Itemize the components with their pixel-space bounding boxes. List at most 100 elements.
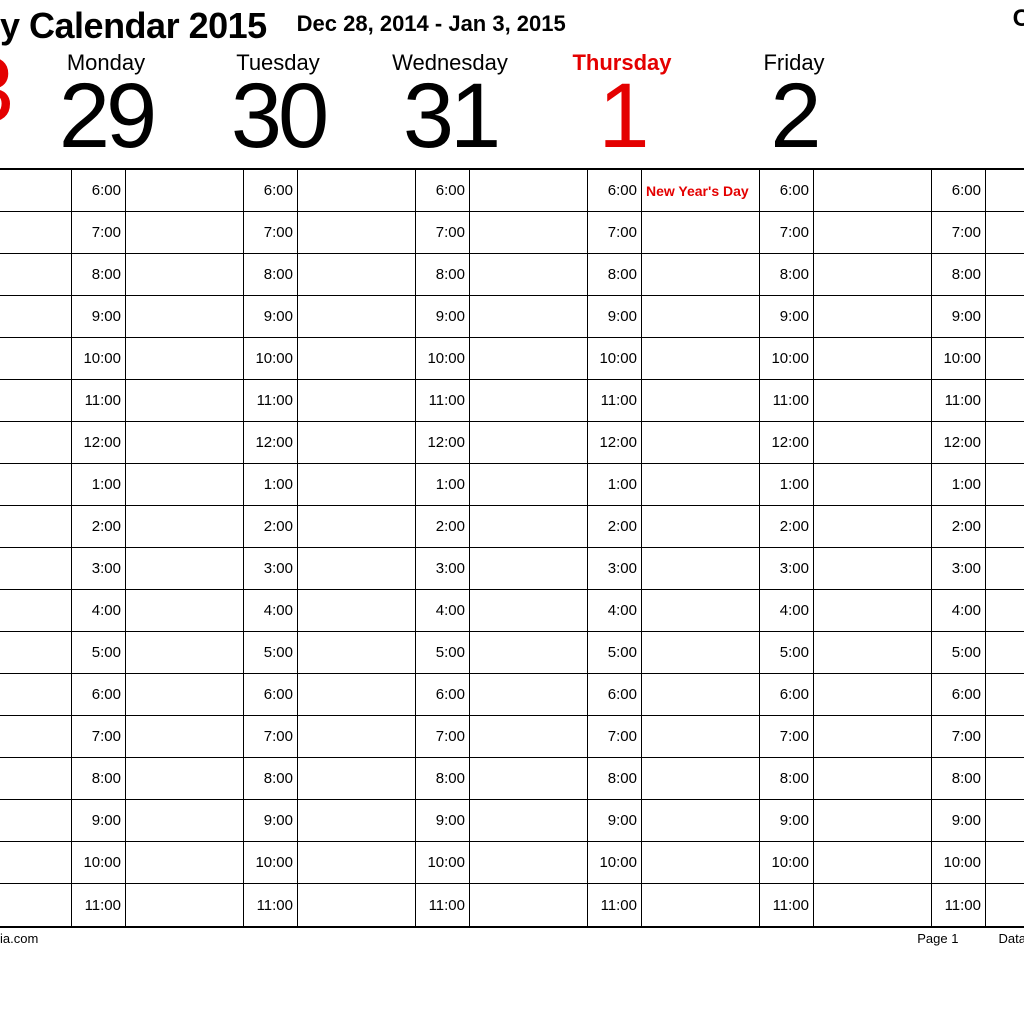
event-cell[interactable] — [986, 548, 1006, 589]
event-cell[interactable] — [0, 464, 72, 505]
event-cell[interactable] — [986, 254, 1006, 295]
event-cell[interactable] — [126, 422, 244, 463]
event-cell[interactable] — [126, 464, 244, 505]
event-cell[interactable] — [986, 758, 1006, 799]
event-cell[interactable] — [298, 170, 416, 211]
event-cell[interactable] — [0, 296, 72, 337]
event-cell[interactable] — [642, 674, 760, 715]
event-cell[interactable] — [0, 590, 72, 631]
event-cell[interactable] — [986, 212, 1006, 253]
event-cell[interactable] — [814, 548, 932, 589]
event-cell[interactable] — [470, 632, 588, 673]
event-cell[interactable] — [0, 548, 72, 589]
event-cell[interactable] — [0, 380, 72, 421]
event-cell[interactable] — [986, 170, 1006, 211]
event-cell[interactable] — [642, 842, 760, 883]
event-cell[interactable] — [814, 464, 932, 505]
event-cell[interactable] — [298, 632, 416, 673]
event-cell[interactable] — [642, 758, 760, 799]
event-cell[interactable] — [470, 716, 588, 757]
event-cell[interactable] — [814, 884, 932, 926]
event-cell[interactable] — [126, 800, 244, 841]
event-cell[interactable] — [814, 674, 932, 715]
event-cell[interactable] — [814, 170, 932, 211]
event-cell[interactable] — [470, 422, 588, 463]
event-cell[interactable] — [642, 590, 760, 631]
event-cell[interactable] — [126, 380, 244, 421]
event-cell[interactable] — [298, 254, 416, 295]
event-cell[interactable] — [470, 170, 588, 211]
event-cell[interactable] — [470, 842, 588, 883]
event-cell[interactable] — [298, 842, 416, 883]
event-cell[interactable] — [126, 884, 244, 926]
event-cell[interactable] — [298, 380, 416, 421]
event-cell[interactable] — [642, 506, 760, 547]
event-cell[interactable] — [0, 884, 72, 926]
event-cell[interactable] — [642, 884, 760, 926]
event-cell[interactable] — [0, 170, 72, 211]
event-cell[interactable] — [298, 548, 416, 589]
event-cell[interactable] — [0, 212, 72, 253]
event-cell[interactable] — [126, 506, 244, 547]
event-cell[interactable] — [642, 338, 760, 379]
event-cell[interactable] — [126, 212, 244, 253]
event-cell[interactable] — [126, 170, 244, 211]
event-cell[interactable] — [126, 716, 244, 757]
event-cell[interactable] — [814, 758, 932, 799]
event-cell[interactable] — [0, 422, 72, 463]
event-cell[interactable] — [470, 884, 588, 926]
event-cell[interactable] — [814, 590, 932, 631]
event-cell[interactable] — [0, 254, 72, 295]
event-cell[interactable] — [126, 842, 244, 883]
event-cell[interactable] — [642, 212, 760, 253]
event-cell[interactable] — [298, 338, 416, 379]
event-cell[interactable] — [986, 506, 1006, 547]
event-cell[interactable] — [0, 758, 72, 799]
event-cell[interactable] — [298, 464, 416, 505]
event-cell[interactable] — [470, 548, 588, 589]
event-cell[interactable] — [814, 422, 932, 463]
event-cell[interactable] — [298, 716, 416, 757]
event-cell[interactable] — [642, 380, 760, 421]
event-cell[interactable] — [298, 884, 416, 926]
event-cell[interactable] — [0, 632, 72, 673]
event-cell[interactable] — [986, 800, 1006, 841]
event-cell[interactable] — [642, 254, 760, 295]
event-cell[interactable] — [298, 674, 416, 715]
event-cell[interactable] — [298, 506, 416, 547]
event-cell[interactable] — [986, 464, 1006, 505]
event-cell[interactable] — [470, 212, 588, 253]
event-cell[interactable] — [986, 632, 1006, 673]
event-cell[interactable] — [642, 464, 760, 505]
event-cell[interactable] — [470, 296, 588, 337]
event-cell[interactable] — [298, 800, 416, 841]
event-cell[interactable] — [298, 590, 416, 631]
event-cell[interactable] — [0, 506, 72, 547]
event-cell[interactable] — [470, 338, 588, 379]
event-cell[interactable] — [814, 800, 932, 841]
event-cell[interactable] — [814, 296, 932, 337]
event-cell[interactable] — [298, 422, 416, 463]
event-cell[interactable] — [298, 296, 416, 337]
event-cell[interactable] — [814, 842, 932, 883]
event-cell[interactable]: New Year's Day — [642, 170, 760, 211]
event-cell[interactable] — [0, 842, 72, 883]
event-cell[interactable] — [470, 590, 588, 631]
event-cell[interactable] — [986, 338, 1006, 379]
event-cell[interactable] — [642, 296, 760, 337]
event-cell[interactable] — [298, 758, 416, 799]
event-cell[interactable] — [642, 422, 760, 463]
event-cell[interactable] — [986, 590, 1006, 631]
event-cell[interactable] — [0, 716, 72, 757]
event-cell[interactable] — [126, 590, 244, 631]
event-cell[interactable] — [0, 674, 72, 715]
event-cell[interactable] — [642, 548, 760, 589]
event-cell[interactable] — [986, 884, 1006, 926]
event-cell[interactable] — [642, 632, 760, 673]
event-cell[interactable] — [986, 380, 1006, 421]
event-cell[interactable] — [126, 758, 244, 799]
event-cell[interactable] — [814, 212, 932, 253]
event-cell[interactable] — [986, 716, 1006, 757]
event-cell[interactable] — [470, 380, 588, 421]
event-cell[interactable] — [814, 254, 932, 295]
